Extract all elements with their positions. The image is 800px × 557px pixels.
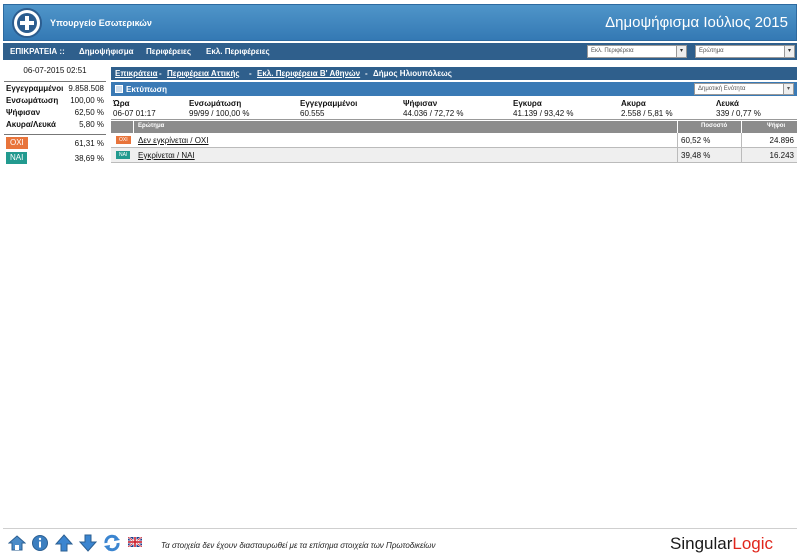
- arrow-up-icon[interactable]: [55, 534, 73, 552]
- results-header: Ερώτημα Ποσοστό Ψήφοι: [111, 121, 797, 133]
- update-datetime: 06-07-2015 02:51: [4, 62, 106, 82]
- chevron-down-icon: ▾: [676, 46, 686, 57]
- disclaimer-note: Τα στοιχεία δεν έχουν διασταυρωθεί με τα…: [161, 541, 436, 550]
- region-select[interactable]: Εκλ. Περιφέρεια ▾: [587, 45, 687, 58]
- stat-voted: Ψήφισαν 62,50 %: [6, 108, 104, 117]
- municipal-unit-select[interactable]: Δημοτική Ενότητα ▾: [694, 83, 794, 95]
- municipality-summary: Ώρα Ενσωμάτωση Εγγεγραμμένοι Ψήφισαν Εγκ…: [111, 98, 797, 120]
- chevron-down-icon: ▾: [784, 46, 794, 57]
- national-summary-panel: 06-07-2015 02:51 Εγγεγραμμένοι 9.858.508…: [4, 62, 106, 165]
- vote-yes-badge: ΝΑΙ: [6, 152, 28, 164]
- breadcrumb-epikrateia[interactable]: Επικράτεια: [115, 69, 158, 78]
- refresh-icon[interactable]: [103, 534, 121, 552]
- page-header: Υπουργείο Εσωτερικών Δημοψήφισμα Ιούλιος…: [3, 4, 797, 41]
- answer-link[interactable]: Δεν εγκρίνεται / ΟΧΙ: [138, 136, 209, 145]
- table-row: ΟΧΙ Δεν εγκρίνεται / ΟΧΙ 60,52 % 24.896: [111, 133, 797, 148]
- nav-electoral-regions[interactable]: Εκλ. Περιφέρειες: [206, 47, 270, 56]
- arrow-down-icon[interactable]: [79, 534, 97, 552]
- stat-integration: Ενσωμάτωση 100,00 %: [6, 96, 104, 105]
- question-select[interactable]: Ερώτημα ▾: [695, 45, 795, 58]
- stat-registered: Εγγεγραμμένοι 9.858.508: [6, 84, 104, 93]
- nav-regions[interactable]: Περιφέρειες: [146, 47, 191, 56]
- greek-emblem-logo: [12, 8, 42, 38]
- info-icon[interactable]: [31, 534, 49, 552]
- print-icon[interactable]: [115, 85, 123, 93]
- no-badge: ΟΧΙ: [116, 136, 131, 144]
- results-table: Ερώτημα Ποσοστό Ψήφοι ΟΧΙ Δεν εγκρίνεται…: [111, 121, 797, 163]
- breadcrumb: Επικράτεια - Περιφέρεια Αττικής - Εκλ. Π…: [111, 67, 797, 80]
- home-icon[interactable]: [8, 534, 26, 552]
- main-nav: ΕΠΙΚΡΑΤΕΙΑ :: Δημοψήφισμα Περιφέρειες Εκ…: [3, 43, 797, 60]
- vote-no-row: ΟΧΙ 61,31 %: [4, 137, 106, 150]
- chevron-down-icon: ▾: [783, 84, 793, 94]
- answer-link[interactable]: Εγκρίνεται / ΝΑΙ: [138, 151, 195, 160]
- vote-no-badge: ΟΧΙ: [6, 137, 28, 149]
- breadcrumb-athens-b[interactable]: Εκλ. Περιφέρεια Β' Αθηνών: [257, 69, 360, 78]
- footer-divider: [3, 528, 797, 529]
- print-button[interactable]: Εκτύπωση: [126, 85, 167, 94]
- ministry-name: Υπουργείο Εσωτερικών: [50, 18, 152, 28]
- yes-badge: ΝΑΙ: [116, 151, 131, 159]
- nav-referendum[interactable]: Δημοψήφισμα: [79, 47, 134, 56]
- nav-epikrateia[interactable]: ΕΠΙΚΡΑΤΕΙΑ ::: [10, 47, 65, 56]
- breadcrumb-current: Δήμος Ηλιουπόλεως: [373, 69, 452, 78]
- breadcrumb-attica[interactable]: Περιφέρεια Αττικής: [167, 69, 240, 78]
- singularlogic-logo: SingularLogic: [670, 534, 774, 553]
- table-row: ΝΑΙ Εγκρίνεται / ΝΑΙ 39,48 % 16.243: [111, 148, 797, 163]
- stat-invalid-blank: Ακυρα/Λευκά 5,80 %: [6, 120, 104, 129]
- vote-yes-row: ΝΑΙ 38,69 %: [4, 152, 106, 165]
- uk-flag-icon[interactable]: [128, 537, 142, 547]
- page-title: Δημοψήφισμα Ιούλιος 2015: [605, 14, 788, 31]
- toolbar: Εκτύπωση Δημοτική Ενότητα ▾: [111, 82, 797, 96]
